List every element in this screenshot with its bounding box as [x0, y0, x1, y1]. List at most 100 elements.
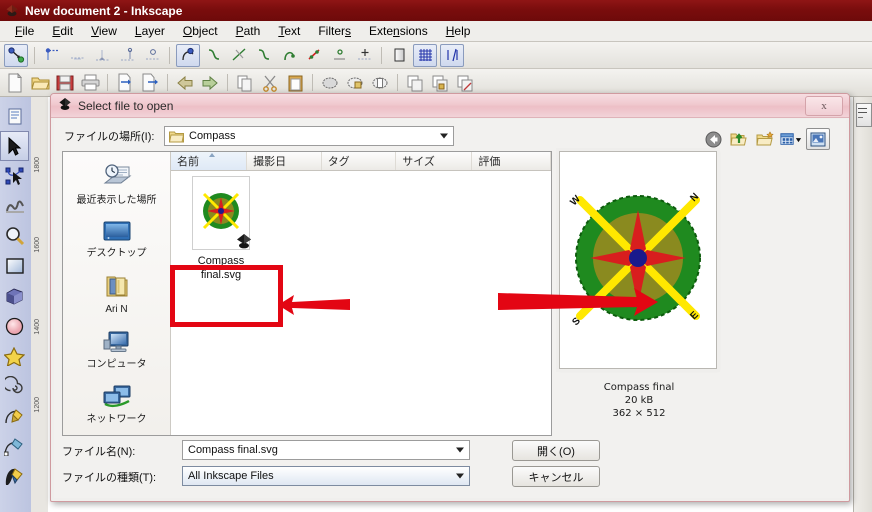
sidebar-item-recent-places[interactable]: 最近表示した場所 [63, 157, 170, 212]
menu-text[interactable]: Text [269, 22, 309, 40]
snap-bounding-box-icon[interactable] [41, 45, 63, 66]
xml-editor-button[interactable] [0, 101, 29, 131]
menu-filters[interactable]: Filters [309, 22, 360, 40]
snap-bbox-corner-icon[interactable] [91, 45, 113, 66]
sidebar-item-desktop[interactable]: デスクトップ [63, 212, 170, 267]
undo-icon[interactable] [174, 72, 196, 93]
zoom-page-icon[interactable] [369, 72, 391, 93]
window-title-bar: New document 2 - Inkscape [0, 0, 872, 21]
export-icon[interactable] [139, 72, 161, 93]
back-button[interactable] [702, 129, 724, 149]
tool-selector[interactable] [0, 131, 29, 161]
sidebar-item-network[interactable]: ネットワーク [63, 377, 170, 432]
tool-spiral[interactable] [0, 371, 29, 401]
tool-3d-box[interactable] [0, 281, 29, 311]
tool-bezier[interactable] [0, 431, 29, 461]
copy-icon[interactable] [234, 72, 256, 93]
close-icon[interactable]: x [805, 96, 843, 116]
snap-guide-icon[interactable] [440, 43, 464, 67]
menu-extensions[interactable]: Extensions [360, 22, 437, 40]
tool-rectangle[interactable] [0, 251, 29, 281]
duplicate-icon[interactable] [404, 72, 426, 93]
snap-page-border-icon[interactable] [388, 45, 410, 66]
snap-nodes-icon[interactable] [176, 43, 200, 67]
docked-panel[interactable] [853, 97, 872, 512]
preview-pane-button[interactable] [806, 128, 830, 150]
tool-ellipse[interactable] [0, 311, 29, 341]
clone-icon[interactable] [429, 72, 451, 93]
enable-snapping-icon[interactable] [4, 43, 28, 67]
import-icon[interactable] [114, 72, 136, 93]
sort-caret-icon [208, 153, 215, 157]
snap-path-intersection-icon[interactable] [228, 45, 250, 66]
snap-cusp-node-icon[interactable] [253, 45, 275, 66]
places-bar: 最近表示した場所 デスクトップ Ari N コンピュータ ネットワーク [63, 152, 171, 435]
inkscape-file-badge-icon [235, 232, 253, 253]
snap-grid-icon[interactable] [413, 43, 437, 67]
menu-layer[interactable]: Layer [126, 22, 174, 40]
tool-zoom[interactable] [0, 221, 29, 251]
column-header-tags[interactable]: タグ [322, 152, 397, 170]
open-document-icon[interactable] [29, 72, 51, 93]
inkscape-diamond-icon [5, 4, 19, 17]
sidebar-item-label: コンピュータ [86, 358, 147, 370]
tool-node-editor[interactable] [0, 161, 29, 191]
chevron-down-icon[interactable] [440, 133, 448, 139]
snap-object-center-icon[interactable] [328, 45, 350, 66]
zoom-drawing-icon[interactable] [344, 72, 366, 93]
redo-icon[interactable] [199, 72, 221, 93]
file-type-combobox[interactable]: All Inkscape Files [182, 466, 470, 486]
snap-toolbar [0, 42, 872, 69]
computer-icon [103, 330, 131, 357]
menu-file[interactable]: File [6, 22, 43, 40]
file-name-combobox[interactable]: Compass final.svg [182, 440, 470, 460]
new-folder-button[interactable] [754, 129, 776, 149]
unlink-clone-icon[interactable] [454, 72, 476, 93]
menu-edit[interactable]: Edit [43, 22, 82, 40]
snap-smooth-node-icon[interactable] [278, 45, 300, 66]
open-button[interactable]: 開く(O) [512, 440, 600, 461]
chevron-down-icon[interactable] [456, 447, 464, 453]
sidebar-item-ari-n[interactable]: Ari N [63, 267, 170, 322]
tool-star[interactable] [0, 341, 29, 371]
save-document-icon[interactable] [54, 72, 76, 93]
sidebar-item-label: ネットワーク [86, 413, 147, 425]
menu-path[interactable]: Path [227, 22, 270, 40]
look-in-combobox[interactable]: Compass [164, 126, 454, 146]
dialog-footer: ファイル名(N): Compass final.svg ファイルの種類(T): … [62, 438, 838, 492]
column-header-name[interactable]: 名前 [171, 152, 248, 170]
tool-calligraphy[interactable] [0, 461, 29, 491]
cut-icon[interactable] [259, 72, 281, 93]
snap-path-icon[interactable] [203, 45, 225, 66]
menu-help[interactable]: Help [437, 22, 480, 40]
up-folder-button[interactable] [728, 129, 750, 149]
tool-tweak[interactable] [0, 191, 29, 221]
paste-icon[interactable] [284, 72, 306, 93]
snap-rotation-center-icon[interactable] [353, 45, 375, 66]
snap-line-midpoint-icon[interactable] [303, 45, 325, 66]
cancel-button[interactable]: キャンセル [512, 466, 600, 487]
column-header-rating[interactable]: 評価 [472, 152, 551, 170]
print-icon[interactable] [79, 72, 101, 93]
svg-compass-thumbnail [192, 176, 253, 253]
snap-bbox-edge-icon[interactable] [66, 45, 88, 66]
views-button[interactable] [780, 129, 802, 149]
file-name-value: Compass final.svg [188, 444, 278, 456]
column-header-date-taken[interactable]: 撮影日 [247, 152, 322, 170]
snap-bbox-edge-midpoint-icon[interactable] [116, 45, 138, 66]
toolbar-separator [227, 74, 228, 91]
sidebar-item-computer[interactable]: コンピュータ [63, 322, 170, 377]
preview-file-size: 20 kB [624, 395, 654, 406]
menu-view[interactable]: View [82, 22, 126, 40]
snap-bbox-center-icon[interactable] [141, 45, 163, 66]
toolbar-separator [107, 74, 108, 91]
new-document-icon[interactable] [4, 72, 26, 93]
file-type-value: All Inkscape Files [188, 470, 274, 482]
column-label: タグ [327, 156, 350, 168]
zoom-selection-icon[interactable] [319, 72, 341, 93]
chevron-down-icon[interactable] [456, 473, 464, 479]
sidebar-item-label: デスクトップ [86, 247, 147, 259]
menu-object[interactable]: Object [174, 22, 227, 40]
tool-pencil[interactable] [0, 401, 29, 431]
column-header-size[interactable]: サイズ [396, 152, 473, 170]
